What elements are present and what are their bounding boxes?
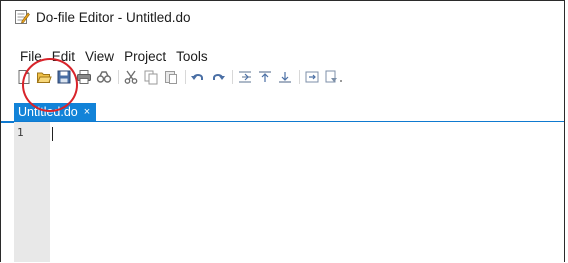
menu-bar: File Edit View Project Tools <box>1 45 564 67</box>
menu-tools[interactable]: Tools <box>174 49 210 64</box>
run-dropdown-icon[interactable] <box>323 68 347 86</box>
toolbar-separator <box>185 70 186 84</box>
text-caret <box>52 127 53 141</box>
tab-label: Untitled.do <box>18 105 78 119</box>
tab-close-icon[interactable]: × <box>84 103 90 121</box>
code-editor[interactable] <box>50 122 564 262</box>
menu-view[interactable]: View <box>83 49 116 64</box>
window-title: Do-file Editor - Untitled.do <box>36 9 191 25</box>
execute-icon[interactable] <box>303 68 321 86</box>
toolbar-separator <box>118 70 119 84</box>
menu-file[interactable]: File <box>18 49 44 64</box>
open-folder-icon[interactable] <box>35 68 53 86</box>
indent-icon[interactable] <box>236 68 254 86</box>
undo-icon[interactable] <box>189 68 207 86</box>
tab-untitled-do[interactable]: Untitled.do × <box>14 103 97 121</box>
save-icon[interactable] <box>55 68 73 86</box>
paste-icon[interactable] <box>162 68 180 86</box>
toolbar-separator <box>232 70 233 84</box>
menu-project[interactable]: Project <box>122 49 168 64</box>
new-file-icon[interactable] <box>15 68 33 86</box>
title-bar: Do-file Editor - Untitled.do <box>1 1 564 33</box>
line-number: 1 <box>17 126 24 139</box>
menu-edit[interactable]: Edit <box>50 49 77 64</box>
toolbar-separator <box>299 70 300 84</box>
do-file-editor-window: Do-file Editor - Untitled.do File Edit V… <box>0 0 565 262</box>
print-icon[interactable] <box>75 68 93 86</box>
line-number-gutter: 1 <box>14 122 50 262</box>
copy-icon[interactable] <box>142 68 160 86</box>
find-icon[interactable] <box>95 68 113 86</box>
do-file-editor-icon <box>14 9 30 25</box>
outdent-icon[interactable] <box>256 68 274 86</box>
tab-strip: Untitled.do × <box>1 103 564 123</box>
toolbar <box>15 65 349 89</box>
cut-icon[interactable] <box>122 68 140 86</box>
redo-icon[interactable] <box>209 68 227 86</box>
align-icon[interactable] <box>276 68 294 86</box>
